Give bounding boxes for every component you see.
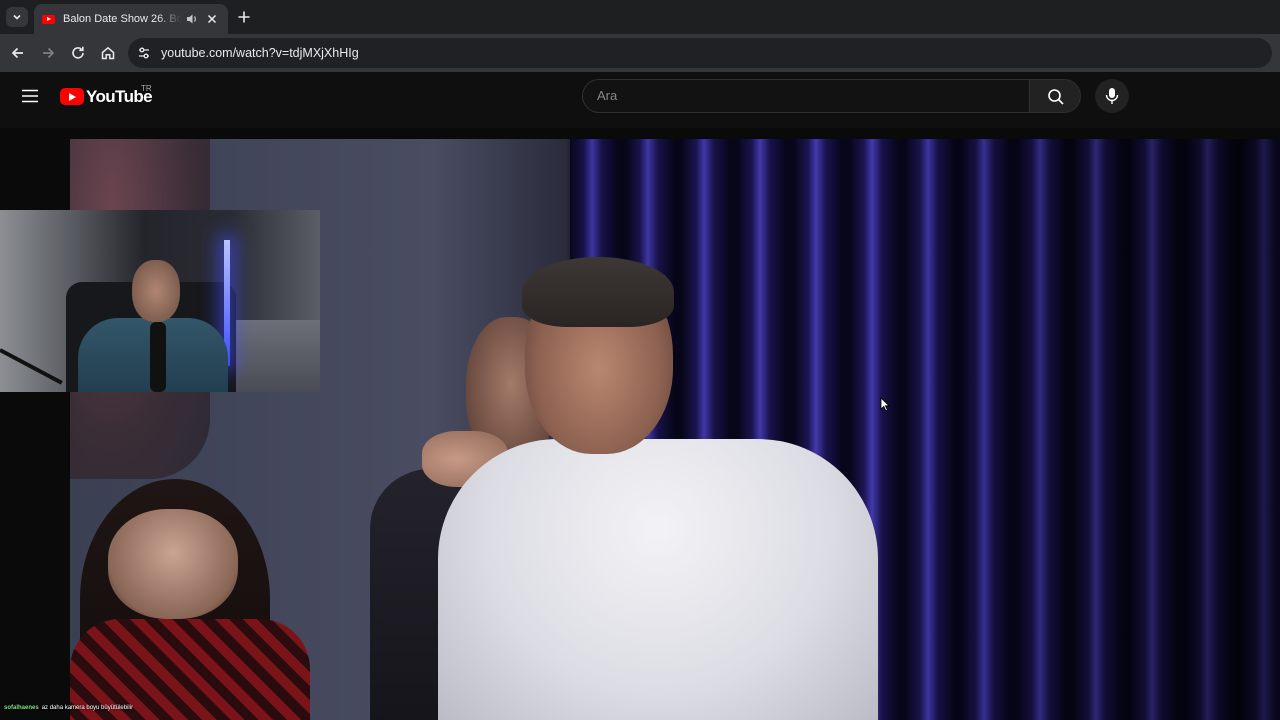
chevron-down-icon [13, 14, 21, 20]
youtube-play-icon [60, 88, 84, 105]
webcam-bed [236, 320, 320, 392]
man-white-shirt-hair [522, 257, 674, 327]
search-placeholder: Ara [597, 88, 618, 103]
reload-icon[interactable] [69, 44, 87, 62]
microphone [150, 322, 166, 392]
close-icon[interactable] [205, 12, 219, 26]
country-code: TR [141, 84, 152, 93]
youtube-masthead: YouTube TR Ara [0, 72, 1280, 128]
search-icon [1048, 89, 1064, 105]
browser-tab-active[interactable]: Balon Date Show 26. Bölüm [34, 4, 228, 34]
search-button[interactable] [1029, 79, 1081, 113]
mic-arm [0, 348, 63, 385]
chat-username: sofalhaenes [4, 705, 39, 711]
tune-icon[interactable] [136, 45, 152, 61]
speaker-icon[interactable] [185, 12, 199, 26]
youtube-logo[interactable]: YouTube TR [60, 84, 160, 112]
youtube-favicon-icon [42, 14, 55, 24]
arrow-right-icon[interactable] [39, 44, 57, 62]
voice-search-button[interactable] [1095, 79, 1129, 113]
webcam-overlay [0, 210, 320, 392]
woman-face [108, 509, 238, 619]
tab-search-button[interactable] [6, 7, 28, 27]
mouse-cursor-icon [880, 397, 890, 412]
man-white-shirt-body [438, 439, 878, 720]
url-text: youtube.com/watch?v=tdjMXjXhHIg [161, 46, 359, 60]
streamer-head [132, 260, 180, 322]
chat-text: az daha kamera boyu büyütülebilir [41, 705, 134, 711]
browser-tabstrip: Balon Date Show 26. Bölüm [0, 0, 1280, 34]
hamburger-menu-icon[interactable] [20, 88, 40, 104]
browser-toolbar: youtube.com/watch?v=tdjMXjXhHIg [0, 34, 1280, 72]
address-bar[interactable]: youtube.com/watch?v=tdjMXjXhHIg [128, 38, 1272, 68]
chat-message: sofalhaenes az daha kamera boyu büyütüleb… [4, 705, 133, 711]
plus-icon[interactable] [236, 9, 252, 25]
tab-title: Balon Date Show 26. Bölüm [63, 13, 181, 25]
search-input[interactable]: Ara [582, 79, 1030, 113]
arrow-left-icon[interactable] [9, 44, 27, 62]
home-icon[interactable] [99, 44, 117, 62]
microphone-icon [1105, 88, 1119, 104]
